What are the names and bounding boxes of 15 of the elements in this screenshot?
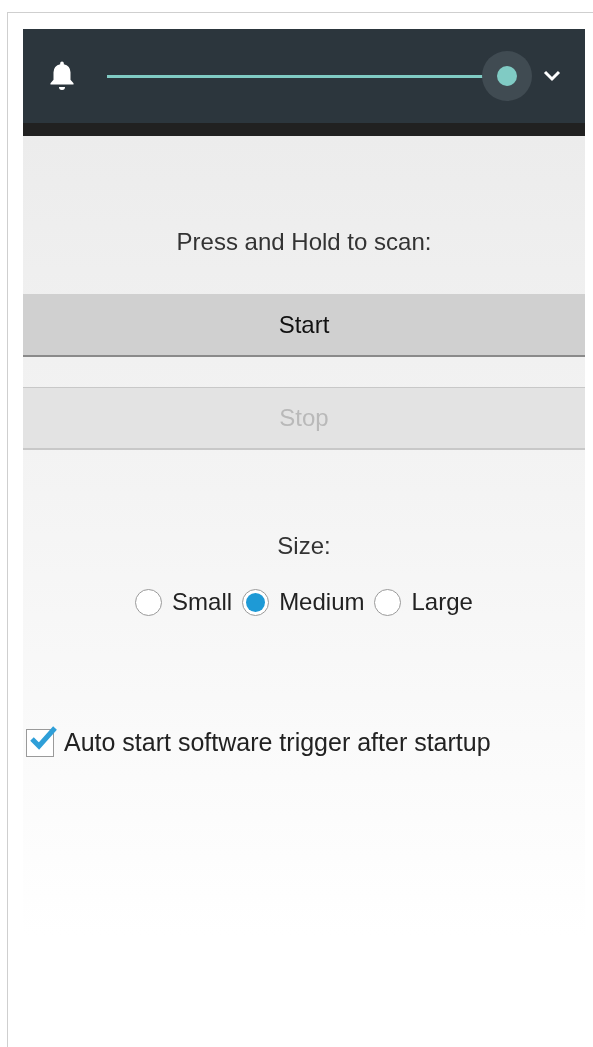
size-radio[interactable]: Medium — [242, 584, 365, 620]
scan-button[interactable]: Start — [23, 294, 585, 357]
auto-start-checkbox[interactable]: Auto start software trigger after startup — [26, 724, 491, 762]
bell-icon — [47, 59, 77, 93]
size-radio[interactable]: Large — [374, 584, 473, 620]
checkbox[interactable] — [26, 728, 54, 757]
size-radio[interactable]: Small — [135, 584, 233, 620]
slider-thumb[interactable] — [482, 51, 532, 101]
radio-button[interactable] — [374, 588, 402, 616]
chevron-down-icon[interactable] — [543, 70, 561, 82]
radio-button[interactable] — [135, 588, 163, 616]
radio-button[interactable] — [242, 588, 270, 616]
size-label: Size: — [277, 531, 331, 561]
instruction-text: Press and Hold to scan: — [176, 227, 432, 257]
volume-slider[interactable] — [107, 51, 532, 101]
